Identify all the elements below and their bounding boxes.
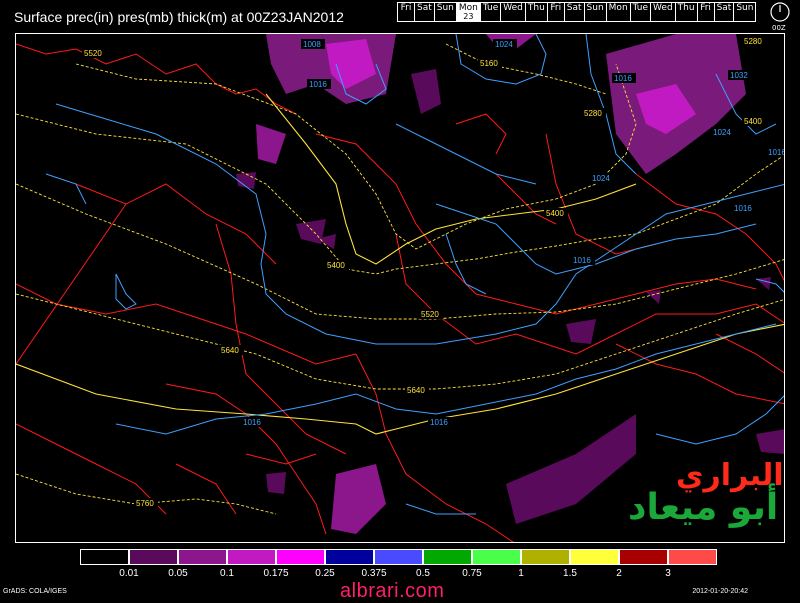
legend-label: 0.5 — [416, 568, 430, 579]
legend-label: 0.25 — [315, 568, 335, 579]
legend-label: 0.01 — [119, 568, 139, 579]
clock-icon — [770, 2, 790, 22]
pressure-label: 1016 — [309, 80, 327, 89]
day-fri: Fri — [546, 2, 564, 22]
legend-swatch — [472, 549, 521, 565]
legend-label: 0.75 — [462, 568, 482, 579]
pressure-label: 1024 — [713, 128, 731, 137]
legend-swatch — [521, 549, 570, 565]
day-label: Fri — [550, 3, 562, 13]
software-credit: GrADS: COLA/IGES — [3, 588, 67, 595]
legend-label: 0.1 — [220, 568, 234, 579]
day-label: Wed — [503, 3, 523, 13]
pressure-label: 1016 — [614, 74, 632, 83]
thickness-label: 5400 — [744, 117, 762, 126]
precip-legend — [80, 549, 717, 565]
pressure-label: 1024 — [495, 40, 513, 49]
legend-swatch — [178, 549, 227, 565]
day-wed: Wed — [500, 2, 525, 22]
pressure-label: 1016 — [430, 418, 448, 427]
legend-swatch — [570, 549, 619, 565]
day-label: Mon — [608, 3, 628, 13]
day-label: Sun — [586, 3, 604, 13]
day-sun: Sun — [583, 2, 606, 22]
day-label: Sat — [417, 3, 432, 13]
day-sun: Sun — [733, 2, 757, 22]
clock-label: 00Z — [772, 24, 786, 32]
pressure-label: 1024 — [592, 174, 610, 183]
legend-swatch — [129, 549, 178, 565]
day-mon: Mon 23 — [455, 2, 480, 22]
thickness-label: 5760 — [136, 499, 154, 508]
pressure-label: 1016 — [768, 148, 785, 157]
legend-swatch — [325, 549, 374, 565]
legend-swatch — [227, 549, 276, 565]
day-label: Wed — [653, 3, 673, 13]
day-tue: Tue — [629, 2, 651, 22]
day-sat: Sat — [713, 2, 734, 22]
pressure-label: 1008 — [303, 40, 321, 49]
day-label: Sun — [436, 3, 454, 13]
legend-swatch — [668, 549, 717, 565]
pressure-label: 1016 — [573, 256, 591, 265]
pressure-label: 1016 — [734, 204, 752, 213]
thickness-label: 5280 — [584, 109, 602, 118]
day-label: Thu — [527, 3, 545, 13]
thickness-label: 5400 — [327, 261, 345, 270]
legend-label: 0.175 — [263, 568, 289, 579]
pressure-label: 1032 — [730, 71, 748, 80]
legend-label: 3 — [665, 568, 671, 579]
day-fri: Fri — [696, 2, 714, 22]
day-label: Thu — [677, 3, 695, 13]
day-label: Tue — [482, 3, 499, 13]
legend-swatch — [423, 549, 472, 565]
legend-swatch — [80, 549, 129, 565]
pressure-label: 1016 — [243, 418, 261, 427]
day-wed: Wed — [650, 2, 675, 22]
day-thu: Thu — [524, 2, 547, 22]
legend-swatch — [374, 549, 423, 565]
legend-swatch — [619, 549, 668, 565]
day-label: Tue — [632, 3, 649, 13]
day-label: Sat — [566, 3, 582, 13]
map-canvas: 1008 1016 1024 1016 1024 1032 1024 1016 1016 1016… — [16, 34, 785, 542]
day-sun: Sun — [433, 2, 456, 22]
day-thu: Thu — [674, 2, 697, 22]
chart-title: Surface prec(in) pres(mb) thick(m) at 00… — [14, 9, 344, 25]
weather-map: 1008 1016 1024 1016 1024 1032 1024 1016 1016 1016… — [15, 33, 785, 543]
legend-label: 0.375 — [361, 568, 387, 579]
thickness-label: 5640 — [407, 386, 425, 395]
day-date: 23 — [463, 12, 474, 21]
thickness-label: 5520 — [84, 49, 102, 58]
day-label: Fri — [400, 3, 412, 13]
day-label: Sun — [736, 3, 754, 13]
day-mon: Mon — [605, 2, 630, 22]
day-fri: Fri — [397, 2, 414, 22]
legend-label: 0.05 — [168, 568, 188, 579]
legend-swatch — [276, 549, 325, 565]
day-sat: Sat — [414, 2, 434, 22]
legend-label: 2 — [616, 568, 622, 579]
day-sat: Sat — [563, 2, 584, 22]
thickness-label: 5280 — [744, 37, 762, 46]
legend-label: 1 — [518, 568, 524, 579]
thickness-label: 5160 — [480, 59, 498, 68]
legend-label: 1.5 — [563, 568, 577, 579]
day-label: Fri — [700, 3, 711, 13]
precip-legend-labels: 0.01 0.05 0.1 0.175 0.25 0.375 0.5 0.75 1 1.5 2 3 — [0, 568, 800, 580]
thickness-label: 5400 — [546, 209, 564, 218]
brand-name-green: أبو ميعاد — [628, 487, 779, 528]
thickness-label: 5640 — [221, 346, 239, 355]
day-label: Sat — [716, 3, 732, 13]
day-strip: Fri Sat Sun Mon 23 Tue Wed Thu Fri Sat Sun Mon Tue We… — [397, 2, 757, 22]
run-timestamp: 2012-01-20-20:42 — [692, 588, 748, 595]
day-tue: Tue — [479, 2, 501, 22]
thickness-label: 5520 — [421, 310, 439, 319]
